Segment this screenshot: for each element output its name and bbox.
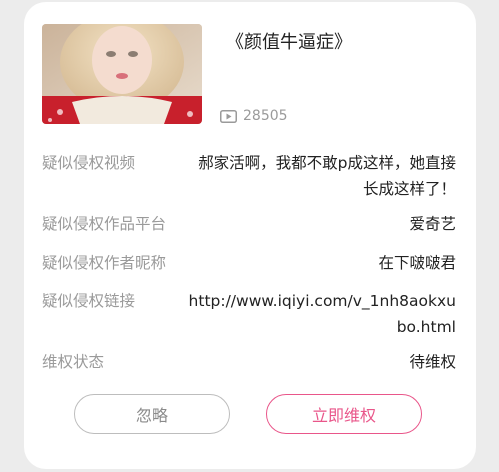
detail-label: 疑似侵权作品平台 — [42, 215, 167, 233]
status-value: 待维权 — [409, 353, 456, 371]
play-count: 28505 — [220, 108, 288, 124]
detail-label: 疑似侵权作者昵称 — [42, 254, 167, 272]
video-title: 《颜值牛逼症》 — [226, 32, 352, 53]
detail-value: 郝家活啊，我都不敢p成这样，她直接长成这样了！ — [198, 154, 456, 198]
detail-value: 在下啵啵君 — [378, 254, 456, 272]
ignore-button[interactable]: 忽略 — [74, 394, 230, 434]
play-icon — [220, 109, 237, 123]
infringement-card: 《颜值牛逼症》 28505 疑似侵权视频 郝家活啊，我都不敢p成这样，她直接长成… — [24, 2, 476, 469]
play-count-value: 28505 — [243, 108, 288, 124]
infringement-link[interactable]: http://www.iqiyi.com/v_1nh8aokxubo.html — [184, 288, 456, 340]
video-thumbnail[interactable] — [42, 24, 202, 124]
detail-label: 疑似侵权视频 — [42, 154, 136, 172]
thumbnail-image — [42, 24, 202, 124]
detail-label: 维权状态 — [42, 353, 105, 371]
defend-rights-button[interactable]: 立即维权 — [266, 394, 422, 434]
detail-value: 爱奇艺 — [409, 215, 456, 233]
detail-label: 疑似侵权链接 — [42, 292, 136, 310]
